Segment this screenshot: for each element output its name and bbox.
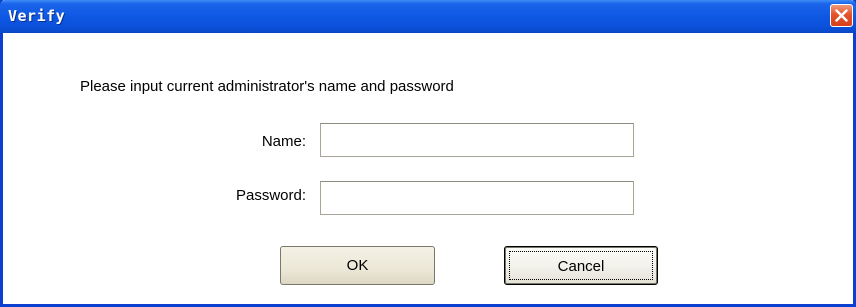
title-bar[interactable]: Verify bbox=[0, 0, 856, 33]
cancel-button-label: Cancel bbox=[509, 251, 653, 280]
cancel-button[interactable]: Cancel bbox=[504, 246, 658, 285]
password-label: Password: bbox=[235, 187, 306, 204]
instruction-text: Please input current administrator's nam… bbox=[80, 78, 454, 95]
verify-dialog: Verify Please input current administrato… bbox=[0, 0, 856, 307]
ok-button-label: OK bbox=[346, 257, 369, 274]
name-label: Name: bbox=[261, 133, 306, 150]
password-input[interactable] bbox=[320, 181, 634, 215]
window-title: Verify bbox=[8, 7, 66, 25]
ok-button[interactable]: OK bbox=[280, 246, 435, 285]
close-button[interactable] bbox=[830, 4, 853, 27]
name-input[interactable] bbox=[320, 123, 634, 157]
